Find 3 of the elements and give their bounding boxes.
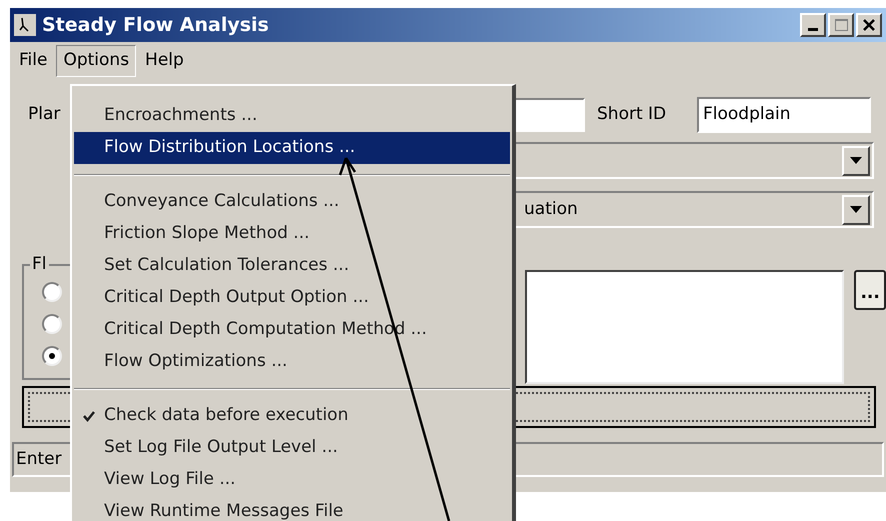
window-title: Steady Flow Analysis	[42, 12, 269, 38]
plan-label: Plar	[28, 103, 62, 126]
short-id-label: Short ID	[597, 103, 668, 126]
